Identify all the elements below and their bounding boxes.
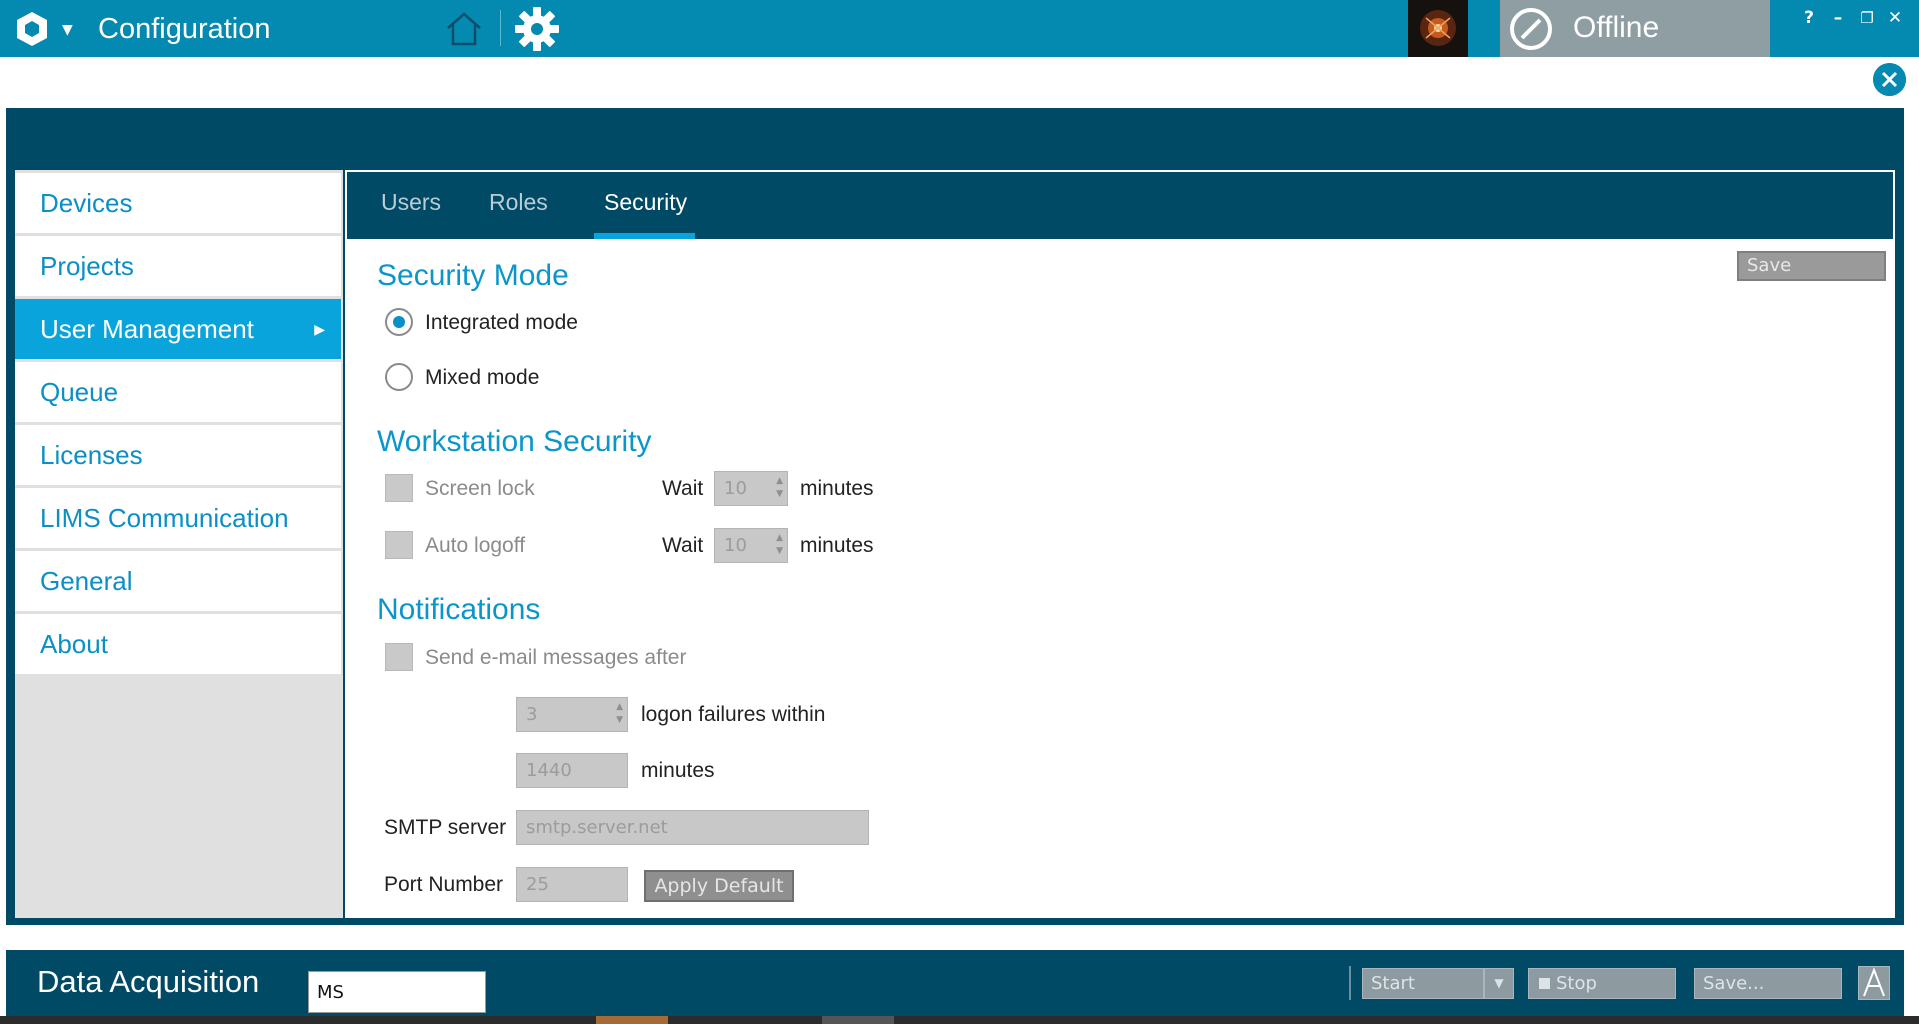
status-label: Offline (1573, 11, 1660, 44)
sidebar-item-about[interactable]: About (15, 614, 341, 674)
instrument-image (1420, 10, 1456, 46)
active-tab-indicator (594, 233, 695, 239)
auto-logoff-unit: minutes (800, 534, 874, 557)
sidebar-item-label: User Management (40, 314, 254, 344)
instrument-thumbnail[interactable] (1408, 0, 1468, 57)
screen-lock-label: Screen lock (425, 477, 535, 500)
auto-logoff-checkbox[interactable] (385, 531, 413, 559)
offline-status-icon (1510, 8, 1552, 50)
tab-users[interactable]: Users (381, 172, 441, 239)
stepper-value: 10 (724, 478, 747, 499)
close-panel-icon[interactable] (1873, 63, 1906, 96)
stepper-up-icon[interactable]: ▲ (616, 703, 623, 712)
integrated-mode-label: Integrated mode (425, 311, 578, 334)
logon-failures-label: logon failures within (641, 703, 826, 726)
stepper-value: 10 (724, 535, 747, 556)
send-email-label: Send e-mail messages after (425, 646, 687, 669)
app-logo-icon[interactable] (14, 10, 50, 48)
minimize-button[interactable]: – (1827, 8, 1849, 28)
smtp-server-input[interactable]: smtp.server.net (516, 810, 869, 845)
sidebar-item-label: Queue (40, 377, 119, 407)
smtp-server-placeholder: smtp.server.net (526, 817, 668, 838)
notifications-heading: Notifications (377, 593, 541, 626)
stop-label: Stop (1556, 973, 1597, 994)
help-button[interactable]: ? (1798, 8, 1820, 28)
tab-bar (347, 172, 1893, 239)
data-acquisition-title: Data Acquisition (37, 964, 260, 999)
start-button[interactable]: Start (1362, 968, 1484, 999)
toolbar-divider (1349, 966, 1351, 1000)
nav-divider (500, 10, 501, 46)
save-button[interactable]: Save (1737, 251, 1886, 281)
start-dropdown-chevron-down-icon[interactable]: ▼ (1484, 968, 1514, 999)
stepper-value: 3 (526, 704, 538, 725)
within-minutes-field[interactable]: 1440 (516, 753, 628, 788)
sidebar-item-label: About (40, 629, 108, 659)
stop-button[interactable]: Stop (1528, 968, 1676, 999)
stepper-down-icon[interactable]: ▼ (776, 490, 783, 499)
restore-button[interactable]: ❐ (1856, 8, 1878, 28)
send-email-checkbox[interactable] (385, 643, 413, 671)
within-minutes-unit: minutes (641, 759, 715, 782)
save-label: Save... (1703, 973, 1765, 994)
home-icon[interactable] (444, 9, 484, 49)
port-number-label: Port Number (384, 873, 504, 896)
sidebar-item-label: Licenses (40, 440, 143, 470)
close-window-button[interactable]: ✕ (1884, 8, 1906, 28)
screen-lock-unit: minutes (800, 477, 874, 500)
security-mode-heading: Security Mode (377, 259, 569, 292)
taskbar-edge (0, 1016, 1919, 1024)
app-title: Configuration (98, 13, 271, 45)
taskbar-indicator (822, 1016, 894, 1024)
app-menu-chevron-down-icon[interactable]: ▼ (62, 22, 73, 38)
sidebar-item-licenses[interactable]: Licenses (15, 425, 341, 485)
stop-square-icon (1539, 978, 1550, 989)
auto-logoff-wait-label: Wait (662, 534, 704, 557)
security-content (345, 170, 1895, 918)
stepper-down-icon[interactable]: ▼ (616, 716, 623, 725)
sidebar-item-devices[interactable]: Devices (15, 173, 341, 233)
port-number-input[interactable]: 25 (516, 867, 628, 902)
sidebar-item-lims-communication[interactable]: LIMS Communication (15, 488, 341, 548)
gear-icon[interactable] (512, 4, 562, 54)
integrated-mode-radio[interactable] (385, 308, 413, 336)
start-label: Start (1371, 973, 1415, 994)
port-number-placeholder: 25 (526, 874, 549, 895)
stepper-up-icon[interactable]: ▲ (776, 477, 783, 486)
sidebar-item-label: Devices (40, 188, 133, 218)
chevron-right-icon: ▶ (314, 321, 325, 337)
apply-default-button[interactable]: Apply Default (644, 870, 794, 902)
sidebar-item-label: LIMS Communication (40, 503, 289, 533)
screen-lock-checkbox[interactable] (385, 474, 413, 502)
radio-selected-dot (393, 316, 405, 328)
smtp-server-label: SMTP server (384, 816, 507, 839)
sidebar-item-label: Projects (40, 251, 134, 281)
sidebar-item-label: General (40, 566, 133, 596)
sidebar-item-queue[interactable]: Queue (15, 362, 341, 422)
tab-roles[interactable]: Roles (489, 172, 548, 239)
sidebar-item-general[interactable]: General (15, 551, 341, 611)
acquisition-tool-icon[interactable] (1858, 966, 1890, 1000)
sidebar-item-projects[interactable]: Projects (15, 236, 341, 296)
auto-logoff-minutes-stepper[interactable]: 10 ▲ ▼ (714, 528, 788, 563)
screen-lock-wait-label: Wait (662, 477, 704, 500)
field-value: 1440 (526, 760, 572, 781)
screen-lock-minutes-stepper[interactable]: 10 ▲ ▼ (714, 471, 788, 506)
mixed-mode-radio[interactable] (385, 363, 413, 391)
sidebar-item-user-management[interactable]: User Management ▶ (15, 299, 341, 359)
save-acquisition-button[interactable]: Save... (1694, 968, 1842, 999)
tab-security[interactable]: Security (604, 172, 687, 239)
stepper-up-icon[interactable]: ▲ (776, 534, 783, 543)
workstation-security-heading: Workstation Security (377, 425, 652, 458)
logon-failures-stepper[interactable]: 3 ▲ ▼ (516, 697, 628, 732)
method-input[interactable]: MS (308, 971, 486, 1013)
taskbar-indicator (596, 1016, 668, 1024)
stepper-down-icon[interactable]: ▼ (776, 547, 783, 556)
mixed-mode-label: Mixed mode (425, 366, 540, 389)
auto-logoff-label: Auto logoff (425, 534, 526, 557)
